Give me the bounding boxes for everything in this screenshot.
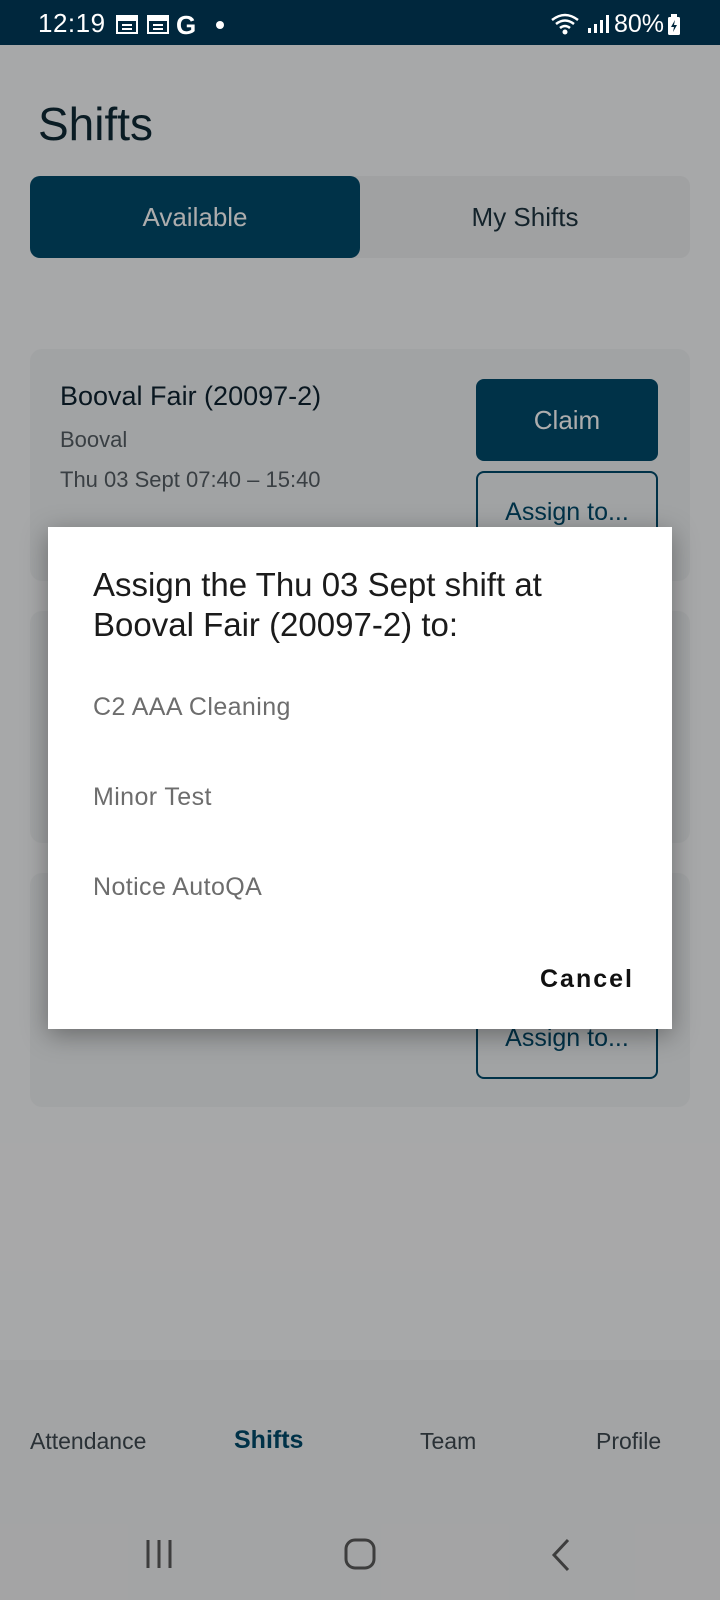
battery-icon [668,14,680,35]
signal-icon [588,15,609,33]
assign-option[interactable]: C2 AAA Cleaning [93,693,291,722]
status-time: 12:19 [38,8,106,38]
dialog-title: Assign the Thu 03 Sept shift at Booval F… [93,566,542,643]
google-icon: G [176,10,197,40]
assign-dialog: Assign the Thu 03 Sept shift at Booval F… [48,527,672,1029]
assign-option[interactable]: Notice AutoQA [93,873,262,902]
battery-percent: 80% [614,10,665,38]
status-bar: 12:19 G 80% [0,0,720,45]
calendar-icon [116,15,138,34]
wifi-icon [551,13,579,35]
cancel-button[interactable]: Cancel [540,965,634,994]
notification-dot-icon [216,21,224,29]
assign-option[interactable]: Minor Test [93,783,212,812]
calendar-icon [147,15,169,34]
